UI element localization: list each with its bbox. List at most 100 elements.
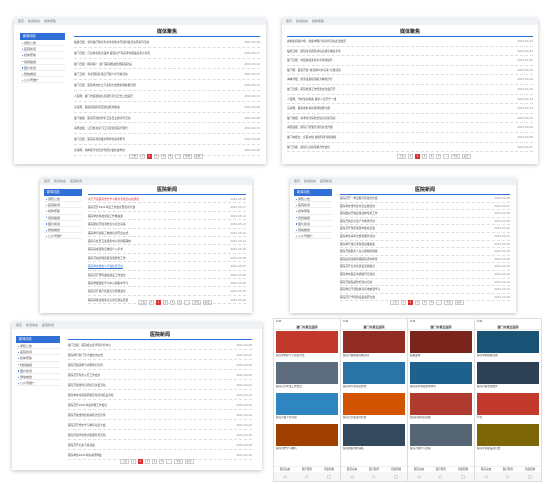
news-caption[interactable]: 医院开展学习活动 — [408, 447, 474, 454]
news-image[interactable] — [477, 424, 539, 446]
news-title[interactable]: 海西晨报：让百姓在家门口享受优质医疗服务 — [74, 123, 238, 133]
news-title[interactable]: 医院接受省级等级医院评审检查 — [340, 256, 488, 263]
page-button[interactable]: 末页 — [202, 300, 212, 305]
page-button[interactable]: 5 — [176, 300, 183, 305]
page-button[interactable]: 5 — [167, 154, 174, 159]
sidebar-item[interactable]: 公众号推广 — [44, 233, 82, 240]
news-title[interactable]: 医院党员干部赴教育基地参观学习 — [340, 286, 488, 293]
news-title[interactable]: 医院举办住院医师规范化培训结业考核 — [68, 390, 230, 399]
breadcrumb-item[interactable]: 医院新闻 — [70, 179, 82, 183]
news-row[interactable]: 海峡导报：新型设备投用助力精准诊疗 2021-04-16 — [287, 75, 533, 85]
sidebar-item[interactable]: 公众号推广 — [16, 380, 60, 387]
page-button[interactable]: 3 — [153, 154, 160, 159]
news-title[interactable]: 医院举办青年志愿者服务活动 — [340, 233, 488, 240]
page-button[interactable]: 3 — [421, 154, 428, 159]
breadcrumb-item[interactable]: 首页 — [286, 19, 292, 23]
sidebar-item[interactable]: 公众号推广 — [294, 233, 332, 240]
breadcrumb-item[interactable]: 医院新闻 — [42, 323, 54, 327]
news-row[interactable]: 厦门日报：市民健康素养水平持续提升 2021-04-20 — [287, 56, 533, 66]
news-title[interactable]: 医院开展世界结核病防治日宣传 — [68, 410, 230, 419]
home-icon[interactable]: ○ — [372, 474, 376, 479]
news-row[interactable]: 医院举行重点专科建设推进会 2021-04-20 — [340, 241, 510, 249]
page-button[interactable]: 5 — [158, 459, 165, 464]
page-button[interactable]: … — [442, 154, 450, 159]
page-button[interactable]: 下页 — [443, 300, 453, 305]
news-row[interactable]: 医院接受省级等级医院评审检查 2021-04-16 — [340, 256, 510, 264]
news-image[interactable] — [343, 393, 405, 415]
recents-icon[interactable]: □ — [461, 474, 465, 479]
news-title[interactable]: 厦门晚报：医院开展世界手卫生日主题宣传活动 — [74, 113, 238, 123]
news-title[interactable]: 医院开展院感防控知识培训 — [340, 279, 488, 286]
page-button[interactable]: 上页 — [129, 154, 139, 159]
news-title[interactable]: 关于开展医院党史学习教育专题活动的通知 — [88, 195, 224, 202]
news-title[interactable]: 医院召开科研项目申报动员会 — [340, 225, 488, 232]
news-title[interactable]: 医院与社区卫生服务中心签约医联体 — [88, 237, 224, 244]
news-row[interactable]: 医院举办医患沟通技巧培训班 2021-04-14 — [340, 271, 510, 279]
news-title[interactable]: 海峡导报：新型设备投用助力精准诊疗 — [287, 75, 511, 84]
news-caption[interactable]: 医院学科建设研讨会 — [475, 447, 541, 454]
news-caption[interactable]: 医院开展义诊活动 — [274, 416, 340, 423]
news-row[interactable]: 医院开展院感防控知识培训 2021-04-13 — [340, 279, 510, 287]
back-icon[interactable]: ◁ — [283, 474, 286, 479]
news-row[interactable]: 厦门网：医院开展“我为群众办实事”实践活动 2021-04-19 — [287, 66, 533, 76]
home-icon[interactable]: ○ — [439, 474, 443, 479]
back-icon[interactable]: ◁ — [350, 474, 353, 479]
news-title[interactable]: 医院召开党史学习教育动员大会 — [68, 420, 230, 429]
news-title[interactable]: 医院举办世界读书日主题活动 — [340, 203, 488, 210]
page-button[interactable]: 4 — [160, 154, 167, 159]
news-row[interactable]: 医院举办住院医师规范化培训结业考核 2021-03-31 — [68, 390, 252, 400]
news-row[interactable]: 医院召开医疗质量安全管理会议 2021-04-30 — [88, 287, 246, 296]
page-button[interactable]: … — [165, 459, 173, 464]
news-title[interactable]: 厦门晚报：春季流行病防治知识宣讲活动 — [287, 114, 511, 123]
news-row[interactable]: 医院组织开展疫苗接种专项工作 2021-04-26 — [340, 210, 510, 218]
news-row[interactable]: 医院召开党风廉政建设工作会议 2021-05-06 — [88, 271, 246, 279]
page-button[interactable]: 上页 — [138, 300, 148, 305]
recents-icon[interactable]: □ — [327, 474, 331, 479]
news-image[interactable] — [343, 424, 405, 446]
news-title[interactable]: 厦门日报：医院与高校签署合作协议 — [287, 143, 511, 152]
page-button[interactable]: 2 — [407, 300, 414, 305]
news-row[interactable]: 厦门日报：医院与高校签署合作协议 2021-04-07 — [287, 143, 533, 153]
page-button[interactable]: 3 — [162, 300, 169, 305]
news-title[interactable]: 医院召开2021年度工作会议暨表彰大会 — [88, 203, 224, 210]
news-title[interactable]: 医院召开妇女节座谈会 — [68, 440, 230, 449]
news-row[interactable]: 厦门日报：医院成立多学科诊疗中心 2021-04-08 — [68, 340, 252, 350]
news-title[interactable]: 海西晨报：医院门诊服务流程优化升级 — [287, 123, 511, 132]
news-row[interactable]: 医院召开2021年度工作会议暨表彰大会 2021-05-17 — [88, 203, 246, 212]
news-image[interactable] — [276, 331, 338, 353]
news-title[interactable]: 医院召开一季度医疗质量分析会 — [340, 195, 488, 202]
page-button[interactable]: 4 — [428, 154, 435, 159]
news-title[interactable]: 医院举行新职工岗前培训开班仪式 — [88, 229, 224, 236]
news-title[interactable]: 医院党委理论学习中心组集中学习 — [88, 279, 224, 286]
page-button[interactable]: 上页 — [397, 154, 407, 159]
news-row[interactable]: 厦门日报：医院举办护士节表彰大会暨护理技能竞赛 2021-05-11 — [74, 80, 260, 91]
news-row[interactable]: 医院举办健康义诊进社区活动 2021-05-07 — [88, 262, 246, 271]
page-button[interactable]: 2 — [137, 459, 144, 464]
news-caption[interactable]: 医院举办护士节表彰大会 — [274, 354, 340, 361]
page-button[interactable]: 末页 — [454, 300, 464, 305]
news-caption[interactable]: 权威发布 — [408, 354, 474, 361]
news-caption[interactable]: 医院举行新院区启用 — [341, 385, 407, 392]
page-button[interactable]: 末页 — [193, 154, 203, 159]
news-row[interactable]: 厦门日报（闽南版）：厦门医院推进智慧医院建设 2021-05-14 — [74, 59, 260, 70]
news-row[interactable]: 关于开展医院党史学习教育专题活动的通知 2021-05-18 — [88, 195, 246, 204]
news-image[interactable] — [410, 393, 472, 415]
page-button[interactable]: 1 — [400, 300, 407, 305]
news-row[interactable]: 医院召开一季度医疗质量分析会 2021-04-28 — [340, 195, 510, 203]
news-title[interactable]: 医院举办医患沟通技巧培训班 — [340, 271, 488, 278]
news-title[interactable]: 医院组织开展消防安全应急演练 — [88, 220, 224, 227]
news-title[interactable]: 人民网：守护生命健康 医护人员坚守一线 — [287, 95, 511, 104]
news-row[interactable]: 厦门卫视：专家团队赴基层开展义诊咨询活动 2021-05-12 — [74, 69, 260, 81]
news-title[interactable]: 医院开展安全生产大检查行动 — [340, 218, 488, 225]
news-title[interactable]: 医院召开党风廉政建设工作会议 — [88, 271, 224, 278]
news-row[interactable]: 厦门日报：医院获评省级文明单位荣誉称号 2021-04-28 — [74, 134, 260, 145]
news-row[interactable]: 人民网：守护生命健康 医护人员坚守一线 2021-04-14 — [287, 95, 533, 105]
news-row[interactable]: 厦门日报：打造特色医疗品牌 医院妇产科获评省级临床重点专科 2021-05-17 — [74, 48, 260, 59]
news-title[interactable]: 福建卫视：医院专家团队成功完成高难度手术 — [287, 47, 511, 56]
page-button[interactable]: 3 — [144, 459, 151, 464]
news-row[interactable]: 医院开展世界自闭症日关爱活动 2021-04-01 — [68, 380, 252, 390]
page-button[interactable]: 下页 — [182, 154, 192, 159]
news-row[interactable]: 医院党委理论学习中心组集中学习 2021-05-05 — [88, 279, 246, 288]
page-button[interactable]: … — [174, 154, 182, 159]
news-row[interactable]: 福建日报：省科技厅联合有关单位集中开展科技活动周系列活动 2021-05-18 — [74, 37, 260, 48]
